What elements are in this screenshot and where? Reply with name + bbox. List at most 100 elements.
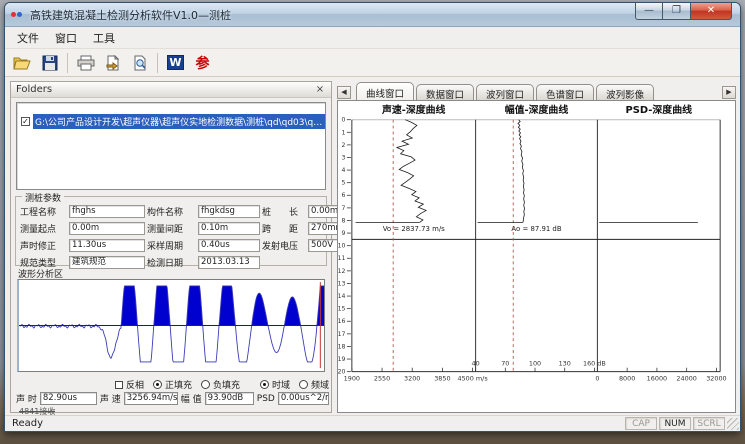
param-label-3: 测量起点 — [20, 222, 67, 235]
reading-value-2[interactable]: 93.90dB — [205, 392, 254, 405]
tab-3[interactable]: 色谱窗口 — [536, 84, 594, 100]
open-folder-icon — [13, 55, 33, 71]
export-page-icon — [105, 55, 121, 71]
svg-text:100: 100 — [529, 360, 541, 368]
param-value-0[interactable]: fhghs — [69, 205, 145, 218]
save-floppy-icon — [42, 55, 58, 71]
param-value-4[interactable]: 0.10m — [198, 222, 260, 235]
reading-label-1: 声 速 — [100, 392, 121, 405]
folders-close-icon[interactable]: × — [314, 84, 326, 95]
preview-button[interactable] — [126, 51, 153, 75]
fill-positive-radio[interactable]: 正填充 — [153, 378, 192, 391]
freq-domain-radio[interactable]: 频域 — [299, 378, 329, 391]
folders-panel-title: Folders — [16, 84, 52, 95]
svg-text:9: 9 — [342, 230, 346, 237]
menu-item-1[interactable]: 窗口 — [47, 27, 85, 49]
title-bar[interactable]: 高铁建筑混凝土检测分析软件V1.0—测桩 — ❐ ✕ — [5, 3, 740, 27]
tab-4[interactable]: 波列影像 — [596, 84, 654, 100]
invert-checkbox[interactable]: 反相 — [115, 378, 144, 391]
folders-panel: Folders × ✓G:\公司产品设计开发\超声仪器\超声仪实地检测数据\测桩… — [10, 81, 332, 413]
fill-positive-radio-circle[interactable] — [153, 380, 162, 389]
status-bar: Ready CAPNUMSCRL — [5, 415, 740, 431]
invert-label: 反相 — [126, 378, 144, 391]
fill-negative-radio[interactable]: 负填充 — [201, 378, 240, 391]
folder-list-item[interactable]: ✓G:\公司产品设计开发\超声仪器\超声仪实地检测数据\测桩\qd\qd03\q… — [17, 114, 325, 128]
menu-item-0[interactable]: 文件 — [9, 27, 47, 49]
svg-text:Vo = 2837.73 m/s: Vo = 2837.73 m/s — [383, 225, 445, 233]
time-domain-radio[interactable]: 时域 — [260, 378, 290, 391]
save-button[interactable] — [36, 51, 63, 75]
parameters-button[interactable]: 参 — [189, 51, 216, 75]
reading-label-2: 幅 值 — [181, 392, 202, 405]
svg-text:0: 0 — [595, 375, 599, 383]
folder-list[interactable]: ✓G:\公司产品设计开发\超声仪器\超声仪实地检测数据\测桩\qd\qd03\q… — [16, 102, 326, 190]
clipped-status-text: 4841接收 — [19, 406, 55, 415]
toolbar: W 参 — [5, 49, 740, 77]
open-button[interactable] — [9, 51, 36, 75]
export-button[interactable] — [99, 51, 126, 75]
time-domain-radio-circle[interactable] — [260, 380, 269, 389]
waveform-box[interactable] — [17, 279, 325, 372]
pile-parameters-grid: 工程名称fhghs构件名称fhgkdsg桩 长0.00m测量起点0.00m测量间… — [16, 197, 326, 271]
app-icon-dot-blue — [17, 12, 22, 17]
minimize-button[interactable]: — — [635, 3, 663, 20]
depth-charts-area[interactable]: 01234567891011121314151617181920声速-深度曲线1… — [337, 100, 736, 413]
toolbar-separator — [67, 53, 68, 73]
close-button[interactable]: ✕ — [690, 3, 732, 20]
param-value-9[interactable]: 建筑规范 — [69, 256, 145, 269]
param-value-3[interactable]: 0.00m — [69, 222, 145, 235]
reading-value-0[interactable]: 82.90us — [40, 392, 97, 405]
app-icon-dot-red — [11, 12, 16, 17]
tab-2[interactable]: 波列窗口 — [476, 84, 534, 100]
print-button[interactable] — [72, 51, 99, 75]
word-icon: W — [167, 55, 184, 70]
param-value-10[interactable]: 2013.03.13 — [198, 256, 260, 269]
tab-0[interactable]: 曲线窗口 — [356, 82, 414, 100]
maximize-button[interactable]: ❐ — [663, 3, 690, 20]
menu-item-2[interactable]: 工具 — [85, 27, 123, 49]
svg-text:19: 19 — [338, 356, 346, 363]
param-value-6[interactable]: 11.30us — [69, 239, 145, 252]
svg-text:2550: 2550 — [374, 375, 390, 383]
reading-value-3[interactable]: 0.00us^2/m — [278, 392, 329, 405]
tab-1[interactable]: 数据窗口 — [416, 84, 474, 100]
svg-text:12: 12 — [338, 268, 346, 275]
waveform-svg — [19, 280, 324, 370]
svg-text:13: 13 — [338, 280, 346, 287]
reading-value-1[interactable]: 3256.94m/s — [124, 392, 178, 405]
tab-strip: ◀ 曲线窗口数据窗口波列窗口色谱窗口波列影像 ▶ — [337, 82, 736, 100]
pile-parameters-title: 测桩参数 — [22, 191, 64, 204]
param-value-7[interactable]: 0.40us — [198, 239, 260, 252]
fill-negative-label: 负填充 — [213, 378, 240, 391]
status-cell-num: NUM — [659, 417, 691, 430]
fill-negative-radio-circle[interactable] — [201, 380, 210, 389]
status-cell-cap: CAP — [625, 417, 657, 430]
status-ready-text: Ready — [12, 418, 43, 429]
app-icon — [11, 9, 25, 21]
depth-charts-svg: 01234567891011121314151617181920声速-深度曲线1… — [338, 101, 735, 412]
print-preview-icon — [132, 55, 148, 71]
tab-scroll-left-icon[interactable]: ◀ — [337, 86, 351, 99]
display-options: 反相 正填充 负填充 时域 频域 — [115, 378, 329, 391]
freq-domain-label: 频域 — [311, 378, 329, 391]
printer-icon — [77, 55, 95, 71]
svg-text:声速-深度曲线: 声速-深度曲线 — [381, 103, 446, 116]
svg-text:3850: 3850 — [434, 375, 450, 383]
svg-text:24000: 24000 — [676, 375, 696, 383]
item-checkbox[interactable]: ✓ — [21, 117, 30, 126]
svg-text:16: 16 — [338, 318, 346, 325]
tab-scroll-right-icon[interactable]: ▶ — [722, 86, 736, 99]
svg-text:130: 130 — [559, 360, 571, 368]
word-export-button[interactable]: W — [162, 51, 189, 75]
reading-label-3: PSD — [257, 394, 275, 404]
freq-domain-radio-circle[interactable] — [299, 380, 308, 389]
resize-grip[interactable] — [727, 418, 739, 430]
svg-text:幅值-深度曲线: 幅值-深度曲线 — [505, 103, 569, 116]
svg-text:17: 17 — [338, 331, 346, 338]
time-domain-label: 时域 — [272, 378, 290, 391]
invert-checkbox-box[interactable] — [115, 381, 123, 389]
fill-positive-label: 正填充 — [165, 378, 192, 391]
reading-label-0: 声 时 — [16, 392, 37, 405]
param-value-1[interactable]: fhgkdsg — [198, 205, 260, 218]
svg-text:3: 3 — [342, 154, 346, 161]
